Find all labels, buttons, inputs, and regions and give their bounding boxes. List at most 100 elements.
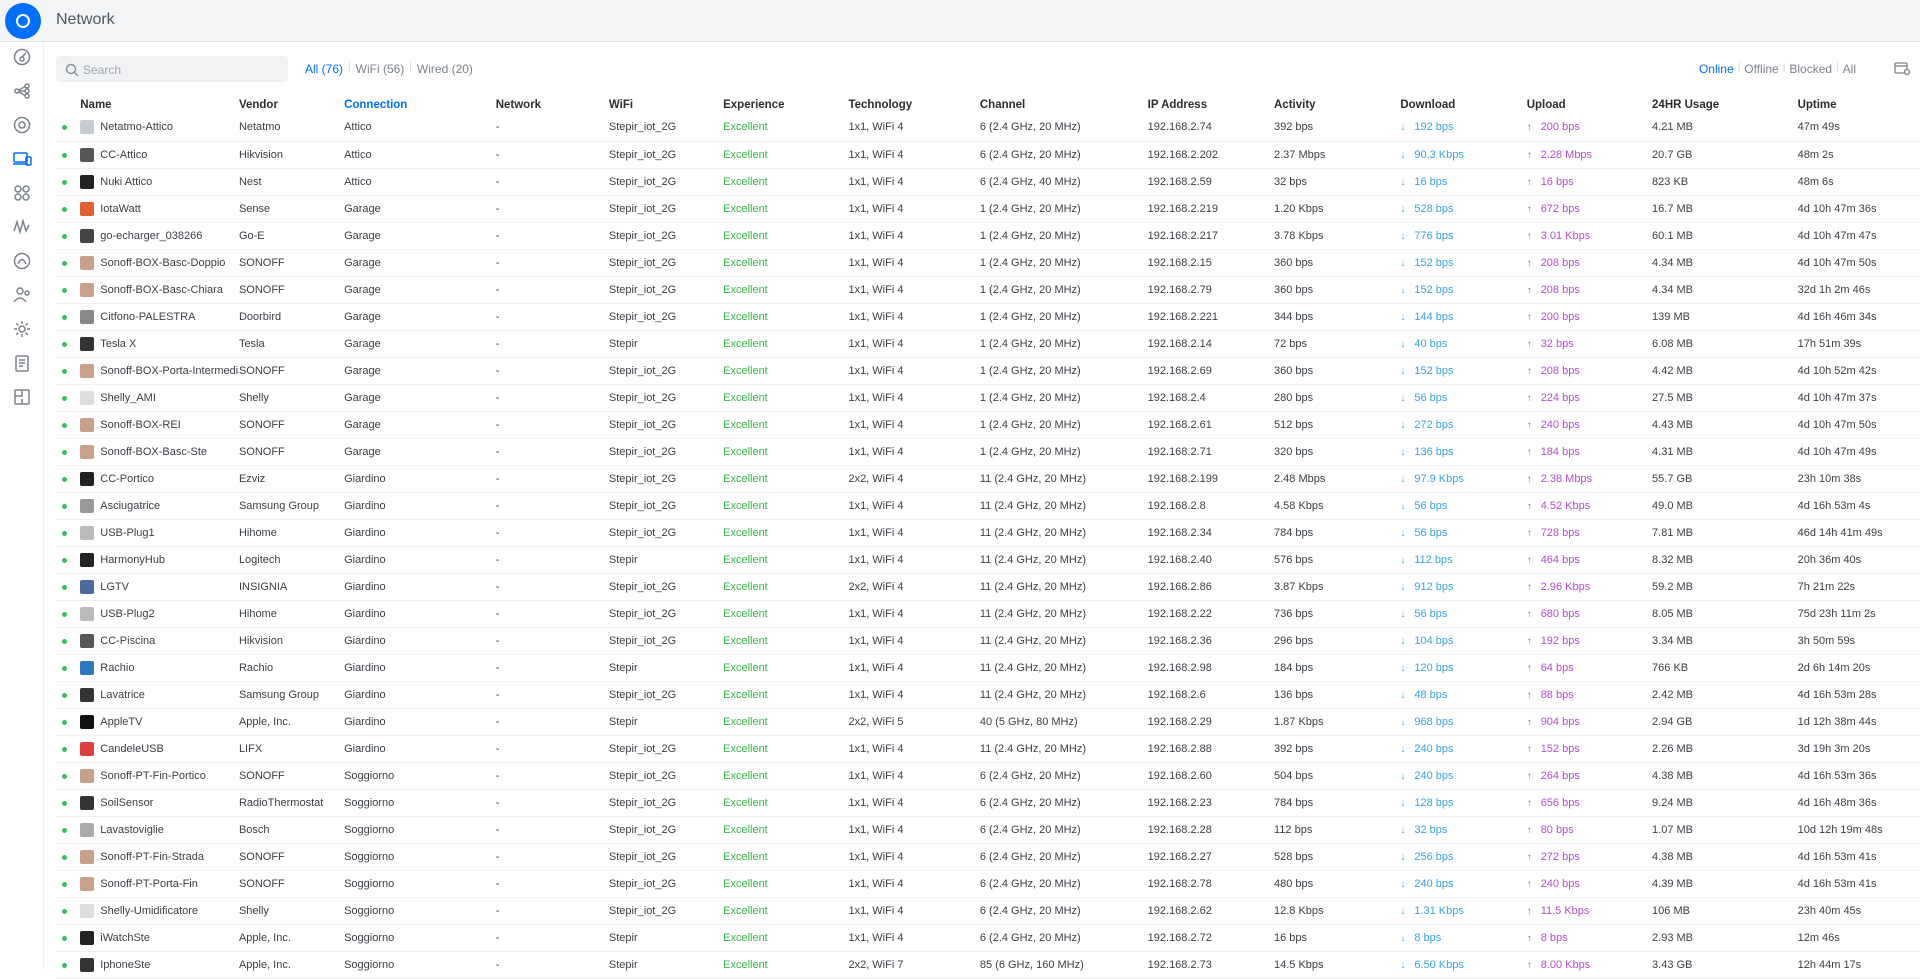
- filter-all[interactable]: All (76): [300, 59, 348, 79]
- table-row[interactable]: IotaWatt Sense Garage - Stepir_iot_2G Excelle…: [56, 195, 1920, 222]
- filter-wired[interactable]: Wired (20): [412, 59, 478, 79]
- unifi-logo-icon[interactable]: [5, 3, 41, 39]
- map-icon[interactable]: [11, 386, 33, 408]
- statistics-icon[interactable]: [11, 182, 33, 204]
- cell-name[interactable]: Sonoff-BOX-Porta-Intermedia: [80, 357, 239, 384]
- cell-name[interactable]: IotaWatt: [80, 195, 239, 222]
- cell-name[interactable]: Lavatrice: [80, 681, 239, 708]
- table-row[interactable]: Sonoff-PT-Fin-Portico SONOFF Soggiorno - Ste…: [56, 762, 1920, 789]
- table-row[interactable]: Sonoff-BOX-Porta-Intermedia SONOFF Garage -…: [56, 357, 1920, 384]
- table-row[interactable]: Nuki Attico Nest Attico - Stepir_iot_2G Excel…: [56, 168, 1920, 195]
- cell-name[interactable]: Sonoff-BOX-Basc-Chiara: [80, 276, 239, 303]
- cell-name[interactable]: Tesla X: [80, 330, 239, 357]
- cell-name[interactable]: HarmonyHub: [80, 546, 239, 573]
- cell-name[interactable]: Sonoff-BOX-REI: [80, 411, 239, 438]
- table-row[interactable]: Netatmo-Attico Netatmo Attico - Stepir_iot_2…: [56, 114, 1920, 141]
- table-row[interactable]: Shelly-Umidificatore Shelly Soggiorno - Step…: [56, 897, 1920, 924]
- table-row[interactable]: SoilSensor RadioThermostat Soggiorno - Stepi…: [56, 789, 1920, 816]
- filter-status-all[interactable]: All: [1839, 59, 1860, 79]
- cell-name[interactable]: Sonoff-PT-Fin-Strada: [80, 843, 239, 870]
- table-row[interactable]: Sonoff-BOX-Basc-Ste SONOFF Garage - Stepir_i…: [56, 438, 1920, 465]
- header-technology[interactable]: Technology: [848, 96, 979, 114]
- cell-name[interactable]: Netatmo-Attico: [80, 114, 239, 141]
- table-row[interactable]: USB-Plug1 Hihome Giardino - Stepir_iot_2G Exc…: [56, 519, 1920, 546]
- search-box[interactable]: [56, 56, 288, 82]
- cell-name[interactable]: CC-Attico: [80, 141, 239, 168]
- table-row[interactable]: Rachio Rachio Giardino - Stepir Excellent 1x1,…: [56, 654, 1920, 681]
- header-24hr-usage[interactable]: 24HR Usage: [1652, 96, 1798, 114]
- header-name[interactable]: Name: [80, 96, 239, 114]
- topology-icon[interactable]: [11, 80, 33, 102]
- header-channel[interactable]: Channel: [980, 96, 1148, 114]
- table-row[interactable]: iWatchSte Apple, Inc. Soggiorno - Stepir Exce…: [56, 924, 1920, 951]
- cell-name[interactable]: Sonoff-PT-Porta-Fin: [80, 870, 239, 897]
- header-network[interactable]: Network: [496, 96, 609, 114]
- table-row[interactable]: HarmonyHub Logitech Giardino - Stepir Excelle…: [56, 546, 1920, 573]
- table-row[interactable]: Tesla X Tesla Garage - Stepir Excellent 1x1, W…: [56, 330, 1920, 357]
- table-row[interactable]: Sonoff-PT-Fin-Strada SONOFF Soggiorno - Step…: [56, 843, 1920, 870]
- cell-name[interactable]: Shelly_AMI: [80, 384, 239, 411]
- table-row[interactable]: Asciugatrice Samsung Group Giardino - Stepir…: [56, 492, 1920, 519]
- cell-name[interactable]: Sonoff-PT-Fin-Portico: [80, 762, 239, 789]
- cell-name[interactable]: iWatchSte: [80, 924, 239, 951]
- cell-name[interactable]: Citfono-PALESTRA: [80, 303, 239, 330]
- table-row[interactable]: CandeleUSB LIFX Giardino - Stepir_iot_2G Exce…: [56, 735, 1920, 762]
- table-row[interactable]: CC-Attico Hikvision Attico - Stepir_iot_2G Ex…: [56, 141, 1920, 168]
- filter-blocked[interactable]: Blocked: [1785, 59, 1836, 79]
- cell-name[interactable]: CC-Piscina: [80, 627, 239, 654]
- header-download[interactable]: Download: [1400, 96, 1526, 114]
- hotspot-icon[interactable]: [11, 250, 33, 272]
- cell-name[interactable]: CandeleUSB: [80, 735, 239, 762]
- devices-icon[interactable]: [11, 114, 33, 136]
- clients-icon[interactable]: [11, 148, 33, 170]
- filter-online[interactable]: Online: [1695, 59, 1738, 79]
- cell-name[interactable]: Rachio: [80, 654, 239, 681]
- alerts-icon[interactable]: [11, 352, 33, 374]
- header-vendor[interactable]: Vendor: [239, 96, 344, 114]
- table-row[interactable]: CC-Piscina Hikvision Giardino - Stepir_iot_2…: [56, 627, 1920, 654]
- table-row[interactable]: IphoneSte Apple, Inc. Soggiorno - Stepir Exce…: [56, 951, 1920, 978]
- table-row[interactable]: Lavastoviglie Bosch Soggiorno - Stepir_iot_2…: [56, 816, 1920, 843]
- table-row[interactable]: CC-Portico Ezviz Giardino - Stepir_iot_2G Exc…: [56, 465, 1920, 492]
- table-row[interactable]: Sonoff-PT-Porta-Fin SONOFF Soggiorno - Stepi…: [56, 870, 1920, 897]
- table-row[interactable]: Lavatrice Samsung Group Giardino - Stepir_io…: [56, 681, 1920, 708]
- table-row[interactable]: Citfono-PALESTRA Doorbird Garage - Stepir_io…: [56, 303, 1920, 330]
- cell-name[interactable]: go-echarger_038266: [80, 222, 239, 249]
- cell-name[interactable]: USB-Plug2: [80, 600, 239, 627]
- cell-name[interactable]: IphoneSte: [80, 951, 239, 978]
- table-row[interactable]: Shelly_AMI Shelly Garage - Stepir_iot_2G Exce…: [56, 384, 1920, 411]
- table-row[interactable]: AppleTV Apple, Inc. Giardino - Stepir Excelle…: [56, 708, 1920, 735]
- cell-name[interactable]: CC-Portico: [80, 465, 239, 492]
- cell-name[interactable]: USB-Plug1: [80, 519, 239, 546]
- search-input[interactable]: [83, 60, 283, 80]
- cell-name[interactable]: Lavastoviglie: [80, 816, 239, 843]
- table-row[interactable]: go-echarger_038266 Go-E Garage - Stepir_iot_…: [56, 222, 1920, 249]
- table-row[interactable]: USB-Plug2 Hihome Giardino - Stepir_iot_2G Exc…: [56, 600, 1920, 627]
- table-row[interactable]: Sonoff-BOX-REI SONOFF Garage - Stepir_iot_2G…: [56, 411, 1920, 438]
- insights-icon[interactable]: [11, 216, 33, 238]
- cell-name[interactable]: Nuki Attico: [80, 168, 239, 195]
- header-activity[interactable]: Activity: [1274, 96, 1400, 114]
- cell-name[interactable]: Shelly-Umidificatore: [80, 897, 239, 924]
- cell-name[interactable]: Asciugatrice: [80, 492, 239, 519]
- settings-icon[interactable]: [11, 318, 33, 340]
- users-icon[interactable]: [11, 284, 33, 306]
- filter-wifi[interactable]: WiFi (56): [351, 59, 410, 79]
- filter-offline[interactable]: Offline: [1740, 59, 1782, 79]
- cell-name[interactable]: SoilSensor: [80, 789, 239, 816]
- header-wifi[interactable]: WiFi: [609, 96, 723, 114]
- header-ip-address[interactable]: IP Address: [1148, 96, 1274, 114]
- table-row[interactable]: LGTV INSIGNIA Giardino - Stepir_iot_2G Excell…: [56, 573, 1920, 600]
- column-settings-icon[interactable]: [1894, 62, 1910, 76]
- dashboard-icon[interactable]: [11, 46, 33, 68]
- cell-name[interactable]: LGTV: [80, 573, 239, 600]
- header-experience[interactable]: Experience: [723, 96, 848, 114]
- cell-name[interactable]: Sonoff-BOX-Basc-Doppio: [80, 249, 239, 276]
- table-row[interactable]: Sonoff-BOX-Basc-Chiara SONOFF Garage - Stepi…: [56, 276, 1920, 303]
- cell-name[interactable]: AppleTV: [80, 708, 239, 735]
- cell-name[interactable]: Sonoff-BOX-Basc-Ste: [80, 438, 239, 465]
- header-connection[interactable]: Connection: [344, 96, 496, 114]
- header-upload[interactable]: Upload: [1527, 96, 1652, 114]
- table-row[interactable]: Sonoff-BOX-Basc-Doppio SONOFF Garage - Stepi…: [56, 249, 1920, 276]
- header-uptime[interactable]: Uptime: [1798, 96, 1920, 114]
